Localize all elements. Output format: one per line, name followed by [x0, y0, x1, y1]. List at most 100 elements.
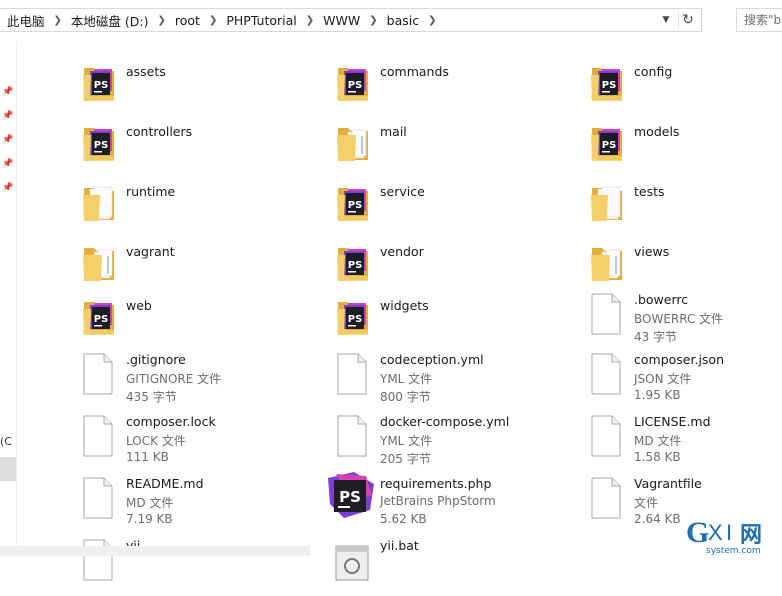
item-type: YML 文件 [380, 372, 433, 386]
breadcrumb-chevron-icon[interactable]: ❯ [203, 15, 223, 26]
svg-text:PS: PS [94, 80, 109, 91]
folder-item[interactable]: PS models [588, 118, 782, 176]
svg-text:网: 网 [740, 523, 762, 548]
item-name: vendor [380, 244, 424, 259]
item-type: YML 文件 [380, 434, 433, 448]
svg-text:I: I [726, 520, 732, 545]
file-icon [588, 414, 624, 458]
item-name: commands [380, 64, 449, 79]
phpstorm-folder-icon: PS [80, 292, 116, 336]
item-type: JSON 文件 [634, 372, 692, 386]
svg-text:PS: PS [348, 200, 363, 211]
file-item[interactable]: .bowerrc BOWERRC 文件 43 字节 [588, 292, 782, 350]
pin-icon[interactable]: 📌 [2, 86, 14, 98]
folder-item[interactable]: PS assets [80, 58, 330, 116]
folder-item[interactable]: PS web [80, 292, 330, 350]
item-size: 1.95 KB [634, 388, 681, 402]
item-name: codeception.yml [380, 352, 484, 367]
breadcrumb-drive-d[interactable]: 本地磁盘 (D:) [68, 11, 152, 30]
breadcrumb-chevron-icon[interactable]: ❯ [48, 15, 68, 26]
item-size: 800 字节 [380, 390, 431, 404]
phpstorm-folder-icon: PS [588, 58, 624, 102]
item-type: GITIGNORE 文件 [126, 372, 222, 386]
nav-item-partial-label[interactable]: (C [0, 435, 12, 448]
file-icon [588, 476, 624, 520]
horizontal-scrollbar[interactable] [0, 546, 310, 556]
breadcrumb-root[interactable]: root [172, 13, 203, 28]
breadcrumb-chevron-icon[interactable]: ❯ [422, 15, 442, 26]
search-input[interactable]: 搜索"b [736, 8, 782, 32]
item-size: 5.62 KB [380, 512, 427, 526]
watermark-logo: G X I 网 system.com [686, 516, 762, 556]
pin-icon[interactable]: 📌 [2, 134, 14, 146]
item-name: .gitignore [126, 352, 186, 367]
item-name: composer.json [634, 352, 725, 367]
nav-item-selected[interactable] [0, 457, 16, 481]
breadcrumb-chevron-icon[interactable]: ❯ [151, 15, 171, 26]
folder-item[interactable]: PS service [334, 178, 584, 236]
svg-text:PS: PS [94, 314, 109, 325]
item-name: runtime [126, 184, 176, 199]
svg-text:system.com: system.com [706, 546, 761, 556]
folder-item[interactable]: PS controllers [80, 118, 330, 176]
file-icon [334, 414, 370, 458]
breadcrumb-basic[interactable]: basic [384, 13, 422, 28]
item-size: 7.19 KB [126, 512, 173, 526]
folder-item[interactable]: views [588, 238, 782, 296]
item-size: 2.64 KB [634, 512, 681, 526]
item-size: 43 字节 [634, 330, 678, 344]
folder-item[interactable]: PS vendor [334, 238, 584, 296]
pin-icon[interactable]: 📌 [2, 110, 14, 122]
item-size: 435 字节 [126, 390, 177, 404]
folder-item[interactable]: runtime [80, 178, 330, 236]
breadcrumb-chevron-icon[interactable]: ❯ [300, 15, 320, 26]
item-type: BOWERRC 文件 [634, 312, 724, 326]
item-type: JetBrains PhpStorm [380, 494, 496, 508]
breadcrumb-www[interactable]: WWW [320, 13, 363, 28]
breadcrumb-this-pc[interactable]: 此电脑 [0, 11, 48, 30]
file-item[interactable]: composer.lock LOCK 文件 111 KB [80, 414, 330, 472]
file-item[interactable]: codeception.yml YML 文件 800 字节 [334, 352, 584, 410]
history-dropdown-icon[interactable]: ▼ [659, 13, 673, 27]
item-name: vagrant [126, 244, 175, 259]
folder-item[interactable]: PS widgets [334, 292, 584, 350]
folder-item[interactable]: vagrant [80, 238, 330, 296]
item-name: controllers [126, 124, 193, 139]
pin-icon[interactable]: 📌 [2, 158, 14, 170]
phpstorm-folder-icon: PS [588, 118, 624, 162]
refresh-icon[interactable]: ↻ [678, 11, 697, 29]
item-name: composer.lock [126, 414, 216, 429]
svg-text:PS: PS [348, 314, 363, 325]
file-icon [80, 476, 116, 520]
batch-file-icon [334, 538, 370, 582]
file-item[interactable]: README.md MD 文件 7.19 KB [80, 476, 330, 534]
file-item[interactable]: docker-compose.yml YML 文件 205 字节 [334, 414, 584, 472]
item-type: LOCK 文件 [126, 434, 186, 448]
folder-item[interactable]: PS commands [334, 58, 584, 116]
phpstorm-folder-icon: PS [334, 58, 370, 102]
file-icon [588, 292, 624, 336]
address-bar[interactable]: 此电脑 ❯ 本地磁盘 (D:) ❯ root ❯ PHPTutorial ❯ W… [0, 8, 702, 32]
item-size: 205 字节 [380, 452, 431, 466]
breadcrumb-phptutorial[interactable]: PHPTutorial [223, 13, 299, 28]
svg-text:G: G [686, 516, 709, 549]
item-type: MD 文件 [634, 434, 682, 448]
item-name: models [634, 124, 680, 139]
item-type: MD 文件 [126, 496, 174, 510]
file-item[interactable]: PS requirements.php JetBrains PhpStorm 5.6… [328, 472, 584, 534]
item-name: config [634, 64, 673, 79]
file-item[interactable]: LICENSE.md MD 文件 1.58 KB [588, 414, 782, 472]
folder-item[interactable]: PS config [588, 58, 782, 116]
folder-item[interactable]: tests [588, 178, 782, 236]
file-item[interactable]: .gitignore GITIGNORE 文件 435 字节 [80, 352, 330, 410]
folder-item[interactable]: mail [334, 118, 584, 176]
file-item[interactable]: yii.bat [334, 538, 584, 596]
svg-text:PS: PS [348, 80, 363, 91]
file-item[interactable]: composer.json JSON 文件 1.95 KB [588, 352, 782, 410]
svg-text:X: X [708, 520, 723, 545]
pin-icon[interactable]: 📌 [2, 182, 14, 194]
item-name: tests [634, 184, 665, 199]
breadcrumb-chevron-icon[interactable]: ❯ [363, 15, 383, 26]
item-type: 文件 [634, 496, 659, 510]
phpstorm-folder-icon: PS [80, 118, 116, 162]
